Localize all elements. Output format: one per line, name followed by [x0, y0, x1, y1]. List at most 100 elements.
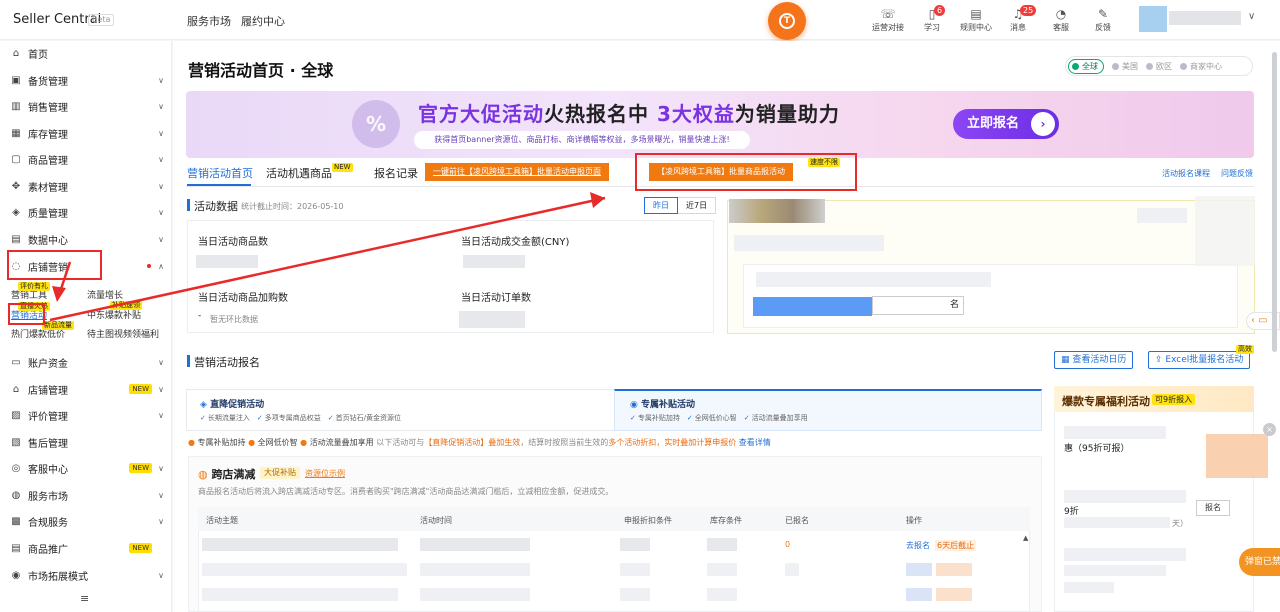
floating-promo-image[interactable]: [1206, 434, 1268, 478]
reduction-description: 商品报名活动后将流入跨店满减活动专区。消费者购买"跨店满减"活动商品达满减门槛后…: [198, 487, 614, 496]
banner-title: 官方大促活动火热报名中 3大权益为销量助力: [418, 102, 840, 126]
region-eu[interactable]: 欧区: [1146, 61, 1172, 72]
region-us[interactable]: 美国: [1112, 61, 1138, 72]
tab-direct-discount[interactable]: ◈ 直降促销活动 ✓ 长期流量注入 ✓ 多项专属商品权益 ✓ 首页钻石/黄金资源位: [200, 397, 401, 423]
topbar-messages[interactable]: ♫ 25 消息: [998, 5, 1038, 36]
banner-subtitle: 获得首页banner资源位、商品打标、商详横幅等权益，多场景曝光，销量快速上涨!: [414, 131, 750, 149]
redacted-cell: [202, 588, 398, 601]
redacted-link[interactable]: [906, 563, 932, 576]
chevron-down-icon: ∨: [158, 101, 164, 111]
floating-toolbox-button[interactable]: T: [768, 2, 806, 40]
sidebar-item-reviews[interactable]: ▨ 评价管理 ∨: [0, 402, 172, 428]
redacted-cell: [202, 563, 407, 576]
sidebar-item-products[interactable]: ▢ 商品管理 ∨: [0, 146, 172, 172]
welfare-item-1: 惠（95折可报）: [1064, 444, 1130, 454]
sidebar-item-sales[interactable]: ▥ 销售管理 ∨: [0, 93, 172, 119]
banner-signup-button[interactable]: 立即报名 ›: [953, 109, 1059, 139]
batch-activity-button[interactable]: 一键前往【凌风跨境工具箱】批量活动申报页面: [425, 163, 609, 181]
avatar[interactable]: [1139, 6, 1167, 32]
sidebar-item-service-center[interactable]: ◎ 客服中心 NEW ∨: [0, 455, 172, 481]
region-global[interactable]: 全球: [1068, 58, 1104, 74]
col-time: 活动时间: [420, 516, 452, 525]
welfare-item-2: 9折: [1064, 507, 1079, 517]
sidebar-item-after-sales[interactable]: ▧ 售后管理: [0, 429, 172, 455]
percent-icon: %: [352, 100, 400, 148]
sidebar-item-inventory[interactable]: ▦ 库存管理 ∨: [0, 120, 172, 146]
sidebar-item-stock[interactable]: ▣ 备货管理 ∨: [0, 67, 172, 93]
arrow-right-icon: ›: [1031, 112, 1055, 136]
feedback-link[interactable]: 问题反馈: [1221, 168, 1253, 179]
nav-fulfillment-center[interactable]: 履约中心: [241, 13, 285, 29]
topbar-feedback[interactable]: ✎ 反馈: [1083, 6, 1123, 36]
check-icon: ✓: [686, 414, 693, 422]
signup-section-title: 营销活动报名: [194, 356, 260, 369]
service-icon: ◎: [11, 462, 21, 474]
book-icon: ▯ 6: [912, 5, 952, 22]
account-name-redacted[interactable]: [1169, 11, 1241, 25]
sidebar-item-home[interactable]: ⌂ 首页: [0, 40, 172, 66]
scrollbar[interactable]: [1272, 52, 1277, 352]
toggle-yesterday[interactable]: 昨日: [644, 197, 678, 214]
go-signup-link[interactable]: 去报名: [906, 540, 930, 551]
topbar-customer-service[interactable]: ◔ 客服: [1041, 6, 1081, 36]
efficient-tag: 高效: [1236, 345, 1254, 354]
popup-disabled-button[interactable]: 弹窗已禁: [1239, 548, 1280, 576]
sidebar-item-market-expansion[interactable]: ◉ 市场拓展模式 ∨: [0, 562, 172, 588]
chevron-down-icon: ∨: [158, 75, 164, 85]
excel-batch-signup-button[interactable]: ⇪ Excel批量报名活动: [1148, 351, 1251, 369]
reduction-title: ◍ 跨店满减: [198, 468, 256, 481]
account-icon: ▭: [11, 356, 21, 368]
topbar-rules-center[interactable]: ▤ 规则中心: [956, 6, 996, 36]
notice-action-button[interactable]: 名: [872, 296, 964, 315]
subsidy-tag: 大促补贴: [260, 467, 300, 479]
topbar-learning[interactable]: ▯ 6 学习: [912, 5, 952, 36]
scroll-up-icon[interactable]: ▲: [1023, 534, 1028, 542]
redacted-blue-button[interactable]: [753, 297, 872, 316]
support-icon: ◔: [1055, 7, 1067, 21]
sidebar-item-compliance[interactable]: ▩ 合规服务 ∨: [0, 508, 172, 534]
redacted-text: [756, 272, 991, 287]
activity-calendar-button[interactable]: ▦ 查看活动日历: [1054, 351, 1134, 369]
sidebar-item-account-funds[interactable]: ▭ 账户资金 ∨: [0, 349, 172, 375]
redacted-cell: [420, 538, 530, 551]
redacted-badge: [936, 563, 972, 576]
tab-marketing-home[interactable]: 营销活动首页: [187, 165, 253, 181]
tab-exclusive-subsidy-content[interactable]: ◉ 专属补贴活动 ✓ 专属补贴加持 ✓ 全网低价心智 ✓ 活动流量叠加享用: [630, 397, 808, 423]
col-signed: 已报名: [785, 516, 809, 525]
redacted-cell: [707, 563, 737, 576]
close-icon[interactable]: ×: [1263, 423, 1276, 436]
stacking-info-line: ● 专属补贴加持 ● 全网低价智 ● 活动流量叠加享用 以下活动可与【直降促销活…: [188, 438, 771, 447]
region-merchant-center[interactable]: 商家中心: [1180, 61, 1222, 72]
sidebar-item-store-management[interactable]: ⌂ 店铺管理 NEW ∨: [0, 376, 172, 402]
topbar-ops-contact[interactable]: ☏ 运营对接: [868, 6, 908, 36]
check-icon: ✓: [630, 414, 636, 422]
view-details-link[interactable]: 查看详情: [739, 438, 771, 447]
quality-icon: ◈: [12, 206, 20, 218]
section-accent: [187, 355, 190, 367]
redacted-text: [1064, 517, 1170, 528]
sidebar-item-service-market[interactable]: ◍ 服务市场 ∨: [0, 482, 172, 508]
chevron-down-icon: ∨: [158, 490, 164, 500]
redacted-link[interactable]: [906, 588, 932, 601]
chevron-down-icon: ∨: [158, 357, 164, 367]
arrow-line: [49, 196, 606, 322]
redacted-cell: [707, 538, 737, 551]
redacted-text: [1064, 565, 1166, 576]
nav-service-market[interactable]: 服务市场: [187, 13, 231, 29]
toggle-7days[interactable]: 近7日: [678, 198, 715, 213]
new-badge: NEW: [129, 543, 152, 553]
tab-opportunity-products[interactable]: 活动机遇商品: [266, 165, 332, 181]
chat-icon: ‹ ▭: [1251, 315, 1268, 326]
chevron-down-icon[interactable]: ∨: [1248, 11, 1255, 22]
store-icon: ⌂: [12, 383, 20, 395]
redacted-cell: [420, 563, 530, 576]
arrow-head-small: [52, 286, 66, 302]
collapse-sidebar-icon[interactable]: ≡: [80, 592, 89, 605]
data-icon: ▤: [11, 233, 21, 245]
course-link[interactable]: 活动报名课程: [1162, 168, 1210, 179]
sidebar-item-product-promotion[interactable]: ▤ 商品推广 NEW: [0, 535, 172, 561]
welfare-signup-button[interactable]: 报名: [1196, 500, 1230, 516]
review-icon: ▨: [11, 409, 21, 421]
resource-example-link[interactable]: 资源位示例: [305, 468, 345, 479]
tab-signup-records[interactable]: 报名记录: [374, 165, 418, 181]
